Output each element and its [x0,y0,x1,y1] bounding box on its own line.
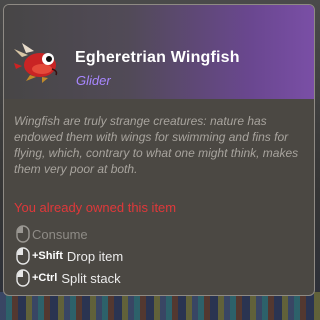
consume-action[interactable]: Consume [16,224,88,244]
wingfish-icon [14,43,58,83]
owned-notice: You already owned this item [14,200,177,215]
drop-item-action[interactable]: +Shift Drop item [16,246,123,266]
item-tooltip: Egheretrian Wingfish Glider Wingfish are… [3,4,315,296]
mouse-left-icon [16,247,30,265]
shift-modifier: +Shift [32,250,63,262]
split-stack-action[interactable]: +Ctrl Split stack [16,268,121,288]
ctrl-modifier: +Ctrl [32,272,58,284]
inventory-background-strip [0,292,320,320]
mouse-left-icon [16,269,30,287]
drop-item-label: Drop item [66,248,124,264]
split-stack-label: Split stack [61,270,121,286]
consume-label: Consume [32,226,88,242]
item-description: Wingfish are truly strange creatures: na… [14,114,299,176]
mouse-left-icon [16,225,30,243]
item-name: Egheretrian Wingfish [75,49,240,66]
item-category: Glider [76,73,111,88]
